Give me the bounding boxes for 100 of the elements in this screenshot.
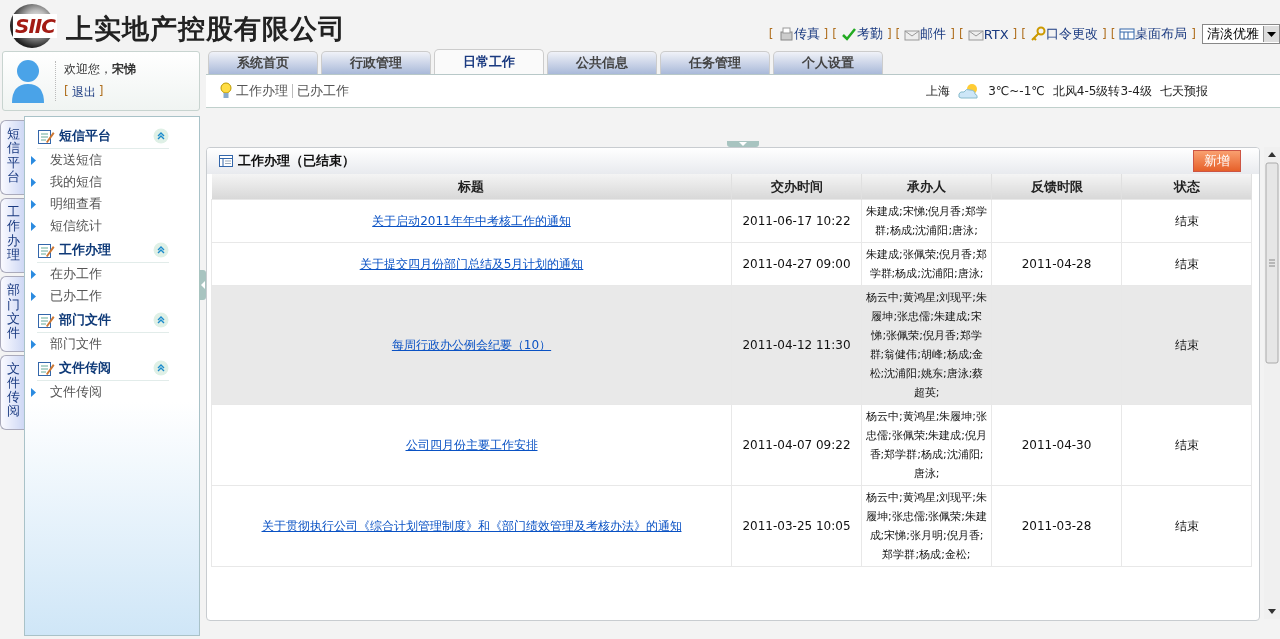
table-cell: 朱建成;张佩荣;倪月香;郑学群;杨成;沈浦阳;唐泳; bbox=[865, 248, 988, 280]
sidebar-item[interactable]: 发送短信 bbox=[50, 151, 102, 169]
column-header[interactable]: 状态 bbox=[1121, 174, 1252, 200]
table-cell: 结束 bbox=[1174, 256, 1199, 271]
temperature-text: 3℃~-1℃ bbox=[988, 84, 1045, 98]
column-header[interactable]: 承办人 bbox=[861, 174, 992, 200]
theme-dropdown[interactable]: 清淡优雅 bbox=[1202, 24, 1280, 44]
title-link[interactable]: 每周行政办公例会纪要（10） bbox=[391, 337, 552, 352]
grid-icon bbox=[1119, 26, 1136, 42]
nav-tab[interactable]: 个人设置 bbox=[773, 51, 883, 74]
nav-tab[interactable]: 任务管理 bbox=[660, 51, 770, 74]
table-cell: 2011-04-30 bbox=[1021, 437, 1092, 452]
table-row[interactable]: 每周行政办公例会纪要（10） 2011-04-12 11:30 杨云中;黄鸿星;刘现平;朱履坤;张忠儒;朱建成;宋悌;张佩荣;倪月香;郑学群;翁健伟;胡峰;杨成;金松;沈浦阳;姚东;唐泳;蔡超英; 结束 bbox=[211, 285, 1252, 405]
triangle-bullet-icon bbox=[31, 155, 36, 165]
bracket: [ bbox=[768, 27, 774, 41]
nav-tab[interactable]: 公共信息 bbox=[547, 51, 657, 74]
sidebar-item[interactable]: 已办工作 bbox=[50, 287, 102, 305]
subnav-link[interactable]: 已办工作 bbox=[297, 82, 349, 100]
nav-tab[interactable]: 日常工作 bbox=[434, 49, 544, 74]
collapse-icon[interactable] bbox=[153, 128, 169, 144]
splitter-handle[interactable] bbox=[727, 141, 759, 147]
table-row[interactable]: 关于贯彻执行公司《综合计划管理制度》和《部门绩效管理及考核办法》的通知 2011-03-25 10:05 杨云中;黄鸿星;刘现平;朱履坤;张忠儒;张佩荣;朱建成;宋悌;张月明;倪月香;郑学群;杨成;金松; 2011-03-28 结束 bbox=[211, 485, 1252, 567]
section-title[interactable]: 部门文件 bbox=[59, 311, 149, 329]
bracket: ] bbox=[823, 27, 829, 41]
table-cell: 结束 bbox=[1174, 337, 1199, 352]
bracket: [ bbox=[958, 27, 964, 41]
triangle-bullet-icon bbox=[31, 221, 36, 231]
logout-link[interactable]: 退出 bbox=[71, 84, 96, 101]
side-tab[interactable]: 文件传阅 bbox=[0, 354, 25, 430]
panel-title: 工作办理（已结束） bbox=[238, 152, 355, 170]
sidebar-item[interactable]: 在办工作 bbox=[50, 265, 102, 283]
welcome-text: 欢迎您，宋悌 bbox=[64, 61, 136, 78]
fax-icon bbox=[777, 26, 794, 42]
table-cell: 结束 bbox=[1174, 518, 1199, 533]
bracket: [ bbox=[1110, 27, 1116, 41]
dropdown-arrow-icon bbox=[1267, 31, 1276, 37]
table-cell: 2011-04-12 11:30 bbox=[742, 337, 851, 352]
triangle-bullet-icon bbox=[31, 339, 36, 349]
title-link[interactable]: 关于提交四月份部门总结及5月计划的通知 bbox=[359, 256, 584, 271]
lightbulb-icon bbox=[220, 82, 232, 100]
bracket: ] bbox=[98, 84, 104, 100]
triangle-bullet-icon bbox=[31, 269, 36, 279]
toolbar-link[interactable]: RTX bbox=[967, 26, 1009, 42]
table-cell: 杨云中;黄鸿星;朱履坤;张忠儒;张佩荣;朱建成;倪月香;郑学群;杨成;沈浦阳;唐泳; bbox=[865, 410, 988, 480]
forecast-link[interactable]: 七天预报 bbox=[1160, 82, 1208, 100]
title-link[interactable]: 关于启动2011年年中考核工作的通知 bbox=[372, 213, 571, 228]
bracket: [ bbox=[1021, 27, 1026, 41]
weather-city: 上海 bbox=[926, 82, 951, 100]
bracket: [ bbox=[895, 27, 901, 41]
collapse-icon[interactable] bbox=[153, 360, 169, 376]
section-title[interactable]: 文件传阅 bbox=[59, 359, 149, 377]
table-row[interactable]: 公司四月份主要工作安排 2011-04-07 09:22 杨云中;黄鸿星;朱履坤;张忠儒;张佩荣;朱建成;倪月香;郑学群;杨成;沈浦阳;唐泳; 2011-04-30 结束 bbox=[211, 404, 1252, 486]
table-cell: 杨云中;黄鸿星;刘现平;朱履坤;张忠儒;张佩荣;朱建成;宋悌;张月明;倪月香;郑学群;杨成;金松; bbox=[865, 491, 988, 561]
sidebar-item[interactable]: 明细查看 bbox=[50, 195, 102, 213]
company-name: 上实地产控股有限公司 bbox=[66, 12, 346, 46]
side-tab[interactable]: 工作办理 bbox=[0, 198, 25, 274]
title-link[interactable]: 公司四月份主要工作安排 bbox=[405, 437, 538, 452]
side-tab[interactable]: 部门文件 bbox=[0, 276, 25, 352]
sidebar-item[interactable]: 文件传阅 bbox=[50, 383, 102, 401]
column-header[interactable]: 反馈时限 bbox=[991, 174, 1122, 200]
table-cell: 结束 bbox=[1174, 437, 1199, 452]
toolbar-link[interactable]: 传真 bbox=[777, 25, 820, 43]
subnav-link[interactable]: 工作办理 bbox=[236, 82, 288, 100]
sidebar-item[interactable]: 我的短信 bbox=[50, 173, 102, 191]
bracket: ] bbox=[1012, 27, 1018, 41]
section-title[interactable]: 短信平台 bbox=[59, 127, 149, 145]
toolbar-link[interactable]: 口令更改 bbox=[1029, 25, 1098, 43]
side-tab[interactable]: 短信平台 bbox=[0, 120, 25, 196]
collapse-icon[interactable] bbox=[153, 312, 169, 328]
bracket: ] bbox=[1191, 27, 1196, 41]
list-icon bbox=[219, 155, 233, 167]
sidebar-item[interactable]: 短信统计 bbox=[50, 217, 102, 235]
bracket: ] bbox=[950, 27, 955, 41]
table-cell: 杨云中;黄鸿星;刘现平;朱履坤;张忠儒;朱建成;宋悌;张佩荣;倪月香;郑学群;翁健伟;胡峰;杨成;金松;沈浦阳;姚东;唐泳;蔡超英; bbox=[865, 291, 988, 399]
section-title[interactable]: 工作办理 bbox=[59, 241, 149, 259]
user-avatar-icon bbox=[11, 58, 45, 104]
table-row[interactable]: 关于启动2011年年中考核工作的通知 2011-06-17 10:22 朱建成;宋悌;倪月香;郑学群;杨成;沈浦阳;唐泳; 结束 bbox=[211, 199, 1252, 243]
notepad-icon bbox=[37, 359, 55, 377]
triangle-bullet-icon bbox=[31, 177, 36, 187]
sidebar-item[interactable]: 部门文件 bbox=[50, 335, 102, 353]
wind-text: 北风4-5级转3-4级 bbox=[1052, 82, 1152, 100]
cloud-sun-icon bbox=[958, 83, 981, 99]
table-cell: 结束 bbox=[1174, 213, 1199, 228]
column-header[interactable]: 交办时间 bbox=[731, 174, 862, 200]
bracket: [ bbox=[832, 27, 837, 41]
triangle-bullet-icon bbox=[31, 291, 36, 301]
toolbar-link[interactable]: 邮件 bbox=[904, 25, 947, 43]
toolbar-link[interactable]: 桌面布局 bbox=[1119, 25, 1188, 43]
logo-text: SIIC bbox=[13, 14, 57, 38]
collapse-handle[interactable] bbox=[199, 270, 206, 300]
nav-tab[interactable]: 行政管理 bbox=[321, 51, 431, 74]
collapse-icon[interactable] bbox=[153, 242, 169, 258]
triangle-bullet-icon bbox=[31, 199, 36, 209]
column-header[interactable]: 标题 bbox=[211, 174, 732, 200]
toolbar-link[interactable]: 考勤 bbox=[840, 25, 883, 43]
nav-tab[interactable]: 系统首页 bbox=[208, 51, 318, 74]
table-cell: 2011-06-17 10:22 bbox=[742, 213, 851, 228]
notepad-icon bbox=[37, 241, 55, 259]
table-row[interactable]: 关于提交四月份部门总结及5月计划的通知 2011-04-27 09:00 朱建成;张佩荣;倪月香;郑学群;杨成;沈浦阳;唐泳; 2011-04-28 结束 bbox=[211, 242, 1252, 286]
title-link[interactable]: 关于贯彻执行公司《综合计划管理制度》和《部门绩效管理及考核办法》的通知 bbox=[261, 518, 682, 533]
